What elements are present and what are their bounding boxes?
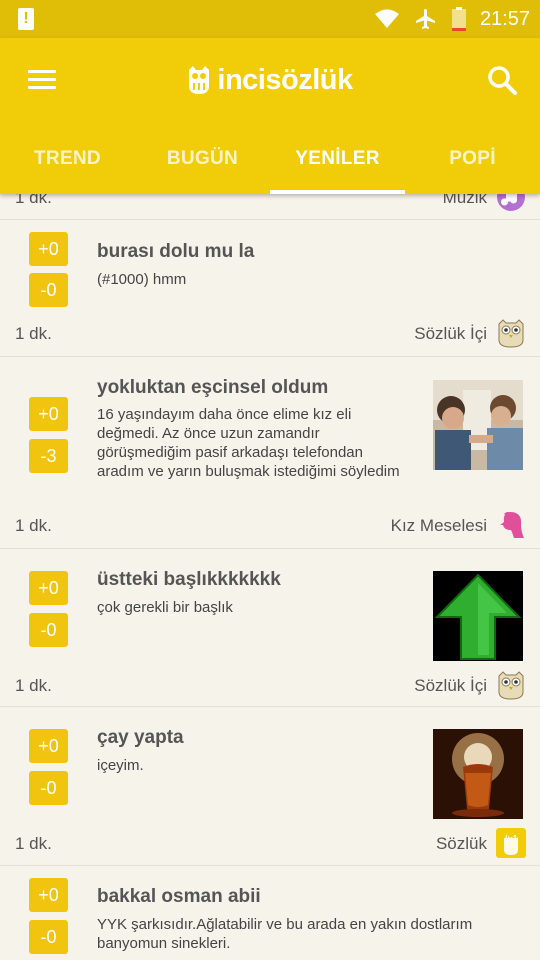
app-bar: incisözlük TREND BUGÜN YENİLER POPİ (0, 38, 540, 194)
entry-title[interactable]: çay yapta (97, 727, 184, 749)
entry-category[interactable]: Müzik (443, 194, 487, 208)
downvote-button[interactable]: -0 (29, 273, 68, 307)
upvote-button[interactable]: +0 (29, 397, 68, 431)
tab-yeniler[interactable]: YENİLER (270, 124, 405, 194)
downvote-button[interactable]: -0 (29, 613, 68, 647)
entry-title[interactable]: üstteki başlıkkkkkkk (97, 569, 281, 591)
entry-category[interactable]: Sözlük İçi (414, 324, 487, 344)
brand-name: incisözlük (217, 63, 353, 96)
entry-image[interactable] (433, 380, 523, 470)
owl-icon (498, 671, 524, 700)
entry-image[interactable] (433, 729, 523, 819)
list-item[interactable]: +0 -0 çay yapta içeyim. 1 dk. Sözlük inc… (0, 707, 540, 866)
entry-time: 1 dk. (15, 834, 52, 853)
entry-category[interactable]: Sözlük İçi (414, 676, 487, 696)
entry-title[interactable]: bakkal osman abii (97, 886, 261, 908)
list-item[interactable]: +0 -0 bakkal osman abii YYK şarkısıdır.A… (0, 866, 540, 960)
status-bar: 21:57 (0, 0, 540, 38)
entry-category[interactable]: Sözlük (436, 834, 487, 854)
battery-icon (451, 7, 466, 31)
owl-logo-icon (189, 66, 210, 94)
list-item[interactable]: 1 dk. Müzik (0, 194, 540, 220)
downvote-button[interactable]: -0 (29, 920, 68, 954)
downvote-button[interactable]: -0 (29, 771, 68, 805)
green-arrow-up-icon (433, 571, 523, 661)
clock: 21:57 (479, 7, 530, 30)
entry-body: çok gerekli bir başlık (97, 599, 233, 616)
entry-body: YYK şarkısıdır.Ağlatabilir ve bu arada e… (97, 916, 473, 952)
tea-glass-photo-icon (433, 729, 523, 819)
list-item[interactable]: +0 -0 burası dolu mu la (#1000) hmm 1 dk… (0, 221, 540, 357)
tab-popi[interactable]: POPİ (405, 124, 540, 194)
brand-logo: incisözlük (0, 60, 540, 100)
badge-text: inci (504, 831, 518, 840)
entry-body: (#1000) hmm (97, 271, 187, 288)
entry-feed[interactable]: 1 dk. Müzik +0 -0 burası dolu mu la (#10… (0, 194, 540, 960)
upvote-button[interactable]: +0 (29, 878, 68, 912)
entry-image[interactable] (433, 571, 523, 661)
entry-category[interactable]: Kız Meselesi (391, 516, 487, 536)
owl-icon (498, 319, 524, 348)
entry-title[interactable]: yokluktan eşcinsel oldum (97, 377, 328, 399)
entry-title[interactable]: burası dolu mu la (97, 241, 254, 263)
upvote-button[interactable]: +0 (29, 571, 68, 605)
upvote-button[interactable]: +0 (29, 232, 68, 266)
entry-body: 16 yaşındayım daha önce elime kız eli de… (97, 406, 400, 480)
tab-bar: TREND BUGÜN YENİLER POPİ (0, 124, 540, 194)
downvote-button[interactable]: -3 (29, 439, 68, 473)
alert-icon (18, 8, 34, 30)
girl-icon (500, 512, 524, 538)
entry-time: 1 dk. (15, 676, 52, 695)
search-icon[interactable] (486, 64, 518, 96)
entry-time: 1 dk. (15, 516, 52, 535)
inci-badge-icon: inci (496, 828, 526, 858)
entry-time: 1 dk. (15, 194, 52, 207)
wifi-icon (374, 9, 399, 28)
airplane-icon (415, 9, 435, 29)
entry-time: 1 dk. (15, 324, 52, 343)
status-icons: 21:57 (374, 0, 530, 38)
list-item[interactable]: +0 -0 üstteki başlıkkkkkkk çok gerekli b… (0, 549, 540, 707)
photo-two-boys-icon (433, 380, 523, 470)
list-item[interactable]: +0 -3 yokluktan eşcinsel oldum 16 yaşınd… (0, 357, 540, 549)
music-icon (497, 194, 525, 211)
entry-body: içeyim. (97, 757, 144, 774)
tab-trend[interactable]: TREND (0, 124, 135, 194)
upvote-button[interactable]: +0 (29, 729, 68, 763)
tab-bugun[interactable]: BUGÜN (135, 124, 270, 194)
